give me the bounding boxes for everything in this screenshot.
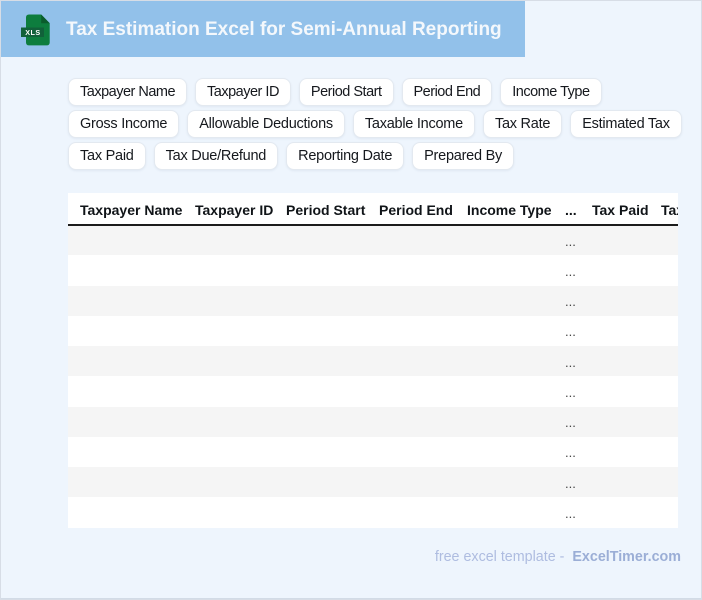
svg-text:XLS: XLS (25, 28, 40, 37)
